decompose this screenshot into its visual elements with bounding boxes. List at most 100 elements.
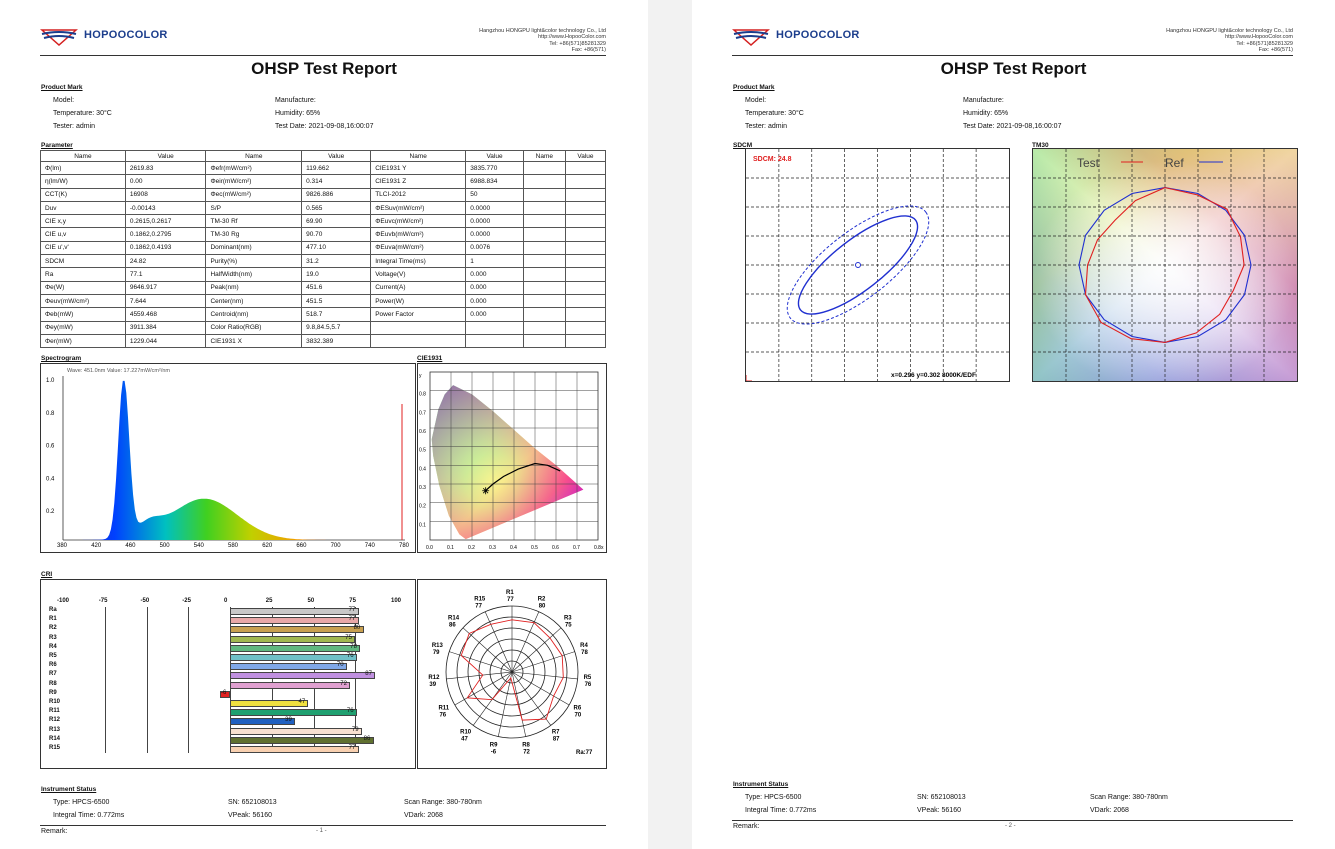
manufacture-field: Manufacture: bbox=[275, 97, 316, 104]
table-cell bbox=[564, 307, 607, 322]
table-cell: 1229.044 bbox=[124, 333, 207, 349]
table-cell: Duv bbox=[40, 200, 126, 216]
table-cell: Power(W) bbox=[370, 293, 467, 309]
cri-value: 86 bbox=[363, 735, 371, 742]
cri-value: 76 bbox=[346, 708, 354, 715]
cri-bar bbox=[230, 736, 374, 744]
column-header: Value bbox=[465, 150, 524, 162]
table-row: CIE x,y 0.2615,0.2617 TM-30 Rf 69.90 ΦEuvc(m… bbox=[40, 214, 607, 229]
spectrogram-panel: Wave: 451.0nm Value: 17.227mW/cm²/nm 380 4… bbox=[40, 363, 416, 553]
radar-label: R4 bbox=[580, 643, 588, 649]
table-cell bbox=[522, 227, 566, 242]
cri-radar-chart: R177 R280R375R478R576R670R787R872R9-6R104… bbox=[428, 590, 593, 756]
cri-value: 87 bbox=[365, 671, 372, 678]
instrument-type: Type: HPCS-6500 bbox=[745, 794, 802, 801]
radar-label: R2 bbox=[538, 597, 546, 603]
table-row: SDCM 24.82 Purity(%) 31.2 Integral Time(ms) 1 bbox=[40, 254, 607, 269]
table-row: Φe(W) 9646.917 Peak(nm) 451.6 Current(A) 0.00… bbox=[40, 280, 607, 295]
table-cell: Peak(nm) bbox=[205, 280, 303, 295]
table-cell: 4559.468 bbox=[124, 307, 207, 322]
x-tick-label: 540 bbox=[194, 543, 205, 549]
y-tick-label: 0.8 bbox=[46, 411, 55, 417]
footer-divider bbox=[732, 820, 1293, 821]
brand-name: HOPOOCOLOR bbox=[776, 29, 860, 41]
spectrogram-chart: Wave: 451.0nm Value: 17.227mW/cm²/nm 380 4… bbox=[46, 368, 410, 549]
table-cell bbox=[522, 267, 566, 282]
radar-label: R15 bbox=[474, 597, 486, 603]
y-tick-label: 0.4 bbox=[419, 466, 426, 472]
table-cell bbox=[564, 174, 607, 189]
company-info: Hangzhou HONGPU light&color technology C… bbox=[479, 28, 606, 54]
table-cell: 0.1862,0.2795 bbox=[124, 227, 207, 242]
table-cell: Φeir(mW/cm²) bbox=[205, 174, 303, 189]
table-cell: 0.565 bbox=[301, 200, 372, 216]
table-cell: Power Factor bbox=[370, 307, 467, 322]
page-number: - 2 - bbox=[1005, 823, 1016, 829]
table-cell bbox=[522, 333, 566, 349]
cri-label: R11 bbox=[49, 708, 60, 715]
report-title: OHSP Test Report bbox=[940, 59, 1087, 78]
table-cell bbox=[564, 280, 607, 295]
tm30-chart: Test Ref bbox=[1033, 149, 1297, 381]
x-tick-label: 0.3 bbox=[489, 545, 496, 551]
cie-white-overlay bbox=[431, 385, 584, 540]
table-cell: 2619.83 bbox=[124, 160, 207, 176]
sdcm-center bbox=[855, 262, 861, 268]
cri-bar bbox=[230, 700, 309, 707]
instrument-scan-range: Scan Range: 380-780nm bbox=[1090, 794, 1168, 801]
radar-value: 70 bbox=[575, 713, 582, 719]
cri-label: R15 bbox=[49, 745, 61, 751]
company-info: Hangzhou HONGPU light&color technology C… bbox=[1166, 28, 1293, 54]
table-cell: CIE1931 X bbox=[205, 333, 303, 349]
y-tick-label: 0.4 bbox=[46, 476, 55, 482]
x-tick-label: 0.6 bbox=[552, 545, 559, 551]
table-cell: 9646.917 bbox=[124, 280, 207, 295]
cri-axis-tick: 100 bbox=[391, 598, 402, 604]
table-cell bbox=[522, 160, 566, 176]
table-cell: 0.1862,0.4193 bbox=[124, 240, 207, 256]
column-header: Value bbox=[564, 150, 607, 162]
spectrum-curve bbox=[63, 380, 405, 540]
table-cell: 24.82 bbox=[124, 254, 207, 269]
radar-value: 87 bbox=[553, 736, 560, 742]
table-cell: 50 bbox=[465, 187, 524, 202]
table-cell: ΦESuv(mW/cm²) bbox=[370, 200, 467, 216]
column-header: Name bbox=[40, 150, 126, 162]
table-cell: 7.644 bbox=[124, 293, 207, 309]
table-row: Φey(mW) 3911.384 Color Ratio(RGB) 9.8,84.5,… bbox=[40, 320, 607, 335]
column-header: Value bbox=[124, 150, 207, 162]
radar-label: R6 bbox=[574, 706, 582, 712]
instrument-type: Type: HPCS-6500 bbox=[53, 799, 110, 806]
product-mark-heading: Product Mark bbox=[41, 84, 83, 91]
table-cell: 451.5 bbox=[301, 293, 372, 309]
y-tick-label: 0.2 bbox=[419, 504, 426, 510]
brand-name: HOPOOCOLOR bbox=[84, 29, 168, 41]
spectrogram-readout: Wave: 451.0nm Value: 17.227mW/cm²/nm bbox=[67, 368, 170, 374]
table-cell: 1 bbox=[465, 254, 524, 269]
table-row: η(lm/W) 0.00 Φeir(mW/cm²) 0.314 CIE1931 Z 698… bbox=[40, 174, 607, 189]
radar-value: 77 bbox=[475, 604, 482, 610]
radar-value: 47 bbox=[461, 736, 468, 742]
header-divider bbox=[40, 55, 606, 56]
y-tick-label: y bbox=[419, 373, 422, 379]
hopoo-logo-icon bbox=[40, 29, 78, 46]
table-cell bbox=[564, 160, 607, 176]
table-cell: 0.2615,0.2617 bbox=[124, 214, 207, 229]
cri-bar bbox=[230, 746, 359, 753]
x-tick-label: 660 bbox=[296, 543, 307, 549]
cri-grid-line bbox=[188, 607, 190, 753]
radar-label: R5 bbox=[584, 675, 592, 681]
chromaticity-point: ✳ bbox=[482, 486, 490, 496]
table-cell: 0.314 bbox=[301, 174, 372, 189]
report-title: OHSP Test Report bbox=[251, 59, 397, 78]
table-cell: 0.0000 bbox=[465, 227, 524, 242]
radar-label: R8 bbox=[522, 742, 530, 748]
humidity-field: Humidity: 65% bbox=[963, 110, 1009, 117]
table-cell: HalfWidth(nm) bbox=[205, 267, 303, 282]
manufacture-field: Manufacture: bbox=[963, 97, 1004, 104]
cri-value: 77 bbox=[348, 745, 356, 751]
cri-value: 77 bbox=[348, 616, 356, 623]
sdcm-value: SDCM: 24.8 bbox=[753, 156, 792, 163]
y-tick-label: 1.0 bbox=[46, 378, 55, 384]
table-cell: CIE u,v bbox=[40, 227, 126, 242]
